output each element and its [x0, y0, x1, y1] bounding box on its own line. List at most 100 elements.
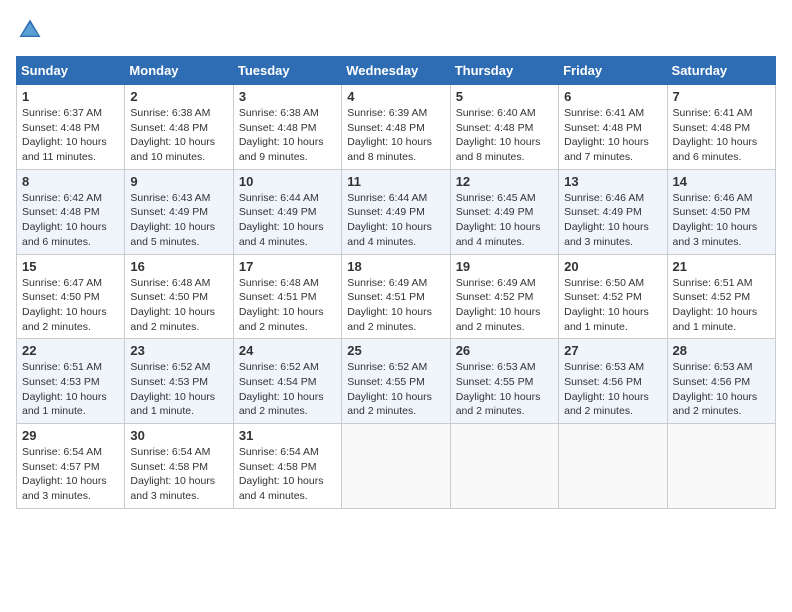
- day-number: 9: [130, 174, 227, 189]
- calendar-cell: 13 Sunrise: 6:46 AMSunset: 4:49 PMDaylig…: [559, 169, 667, 254]
- calendar-cell: 1 Sunrise: 6:37 AMSunset: 4:48 PMDayligh…: [17, 85, 125, 170]
- day-number: 31: [239, 428, 336, 443]
- calendar-cell: 8 Sunrise: 6:42 AMSunset: 4:48 PMDayligh…: [17, 169, 125, 254]
- page-header: [16, 16, 776, 44]
- day-number: 24: [239, 343, 336, 358]
- day-info: Sunrise: 6:51 AMSunset: 4:52 PMDaylight:…: [673, 276, 770, 335]
- day-info: Sunrise: 6:37 AMSunset: 4:48 PMDaylight:…: [22, 106, 119, 165]
- day-info: Sunrise: 6:54 AMSunset: 4:58 PMDaylight:…: [239, 445, 336, 504]
- day-info: Sunrise: 6:49 AMSunset: 4:52 PMDaylight:…: [456, 276, 553, 335]
- logo: [16, 16, 48, 44]
- calendar-cell: 23 Sunrise: 6:52 AMSunset: 4:53 PMDaylig…: [125, 339, 233, 424]
- day-info: Sunrise: 6:44 AMSunset: 4:49 PMDaylight:…: [239, 191, 336, 250]
- day-info: Sunrise: 6:40 AMSunset: 4:48 PMDaylight:…: [456, 106, 553, 165]
- day-number: 16: [130, 259, 227, 274]
- week-row-5: 29 Sunrise: 6:54 AMSunset: 4:57 PMDaylig…: [17, 424, 776, 509]
- day-number: 20: [564, 259, 661, 274]
- calendar-cell: 10 Sunrise: 6:44 AMSunset: 4:49 PMDaylig…: [233, 169, 341, 254]
- day-info: Sunrise: 6:54 AMSunset: 4:57 PMDaylight:…: [22, 445, 119, 504]
- calendar-cell: 14 Sunrise: 6:46 AMSunset: 4:50 PMDaylig…: [667, 169, 775, 254]
- weekday-header-sunday: Sunday: [17, 57, 125, 85]
- week-row-2: 8 Sunrise: 6:42 AMSunset: 4:48 PMDayligh…: [17, 169, 776, 254]
- day-number: 12: [456, 174, 553, 189]
- day-info: Sunrise: 6:47 AMSunset: 4:50 PMDaylight:…: [22, 276, 119, 335]
- calendar-cell: 4 Sunrise: 6:39 AMSunset: 4:48 PMDayligh…: [342, 85, 450, 170]
- calendar-table: SundayMondayTuesdayWednesdayThursdayFrid…: [16, 56, 776, 509]
- weekday-header-tuesday: Tuesday: [233, 57, 341, 85]
- day-number: 22: [22, 343, 119, 358]
- weekday-header-saturday: Saturday: [667, 57, 775, 85]
- day-number: 15: [22, 259, 119, 274]
- calendar-cell: 27 Sunrise: 6:53 AMSunset: 4:56 PMDaylig…: [559, 339, 667, 424]
- calendar-cell: 28 Sunrise: 6:53 AMSunset: 4:56 PMDaylig…: [667, 339, 775, 424]
- day-info: Sunrise: 6:41 AMSunset: 4:48 PMDaylight:…: [564, 106, 661, 165]
- calendar-cell: [450, 424, 558, 509]
- calendar-cell: 29 Sunrise: 6:54 AMSunset: 4:57 PMDaylig…: [17, 424, 125, 509]
- day-number: 2: [130, 89, 227, 104]
- calendar-cell: 9 Sunrise: 6:43 AMSunset: 4:49 PMDayligh…: [125, 169, 233, 254]
- day-info: Sunrise: 6:44 AMSunset: 4:49 PMDaylight:…: [347, 191, 444, 250]
- week-row-3: 15 Sunrise: 6:47 AMSunset: 4:50 PMDaylig…: [17, 254, 776, 339]
- day-info: Sunrise: 6:43 AMSunset: 4:49 PMDaylight:…: [130, 191, 227, 250]
- weekday-header-row: SundayMondayTuesdayWednesdayThursdayFrid…: [17, 57, 776, 85]
- day-info: Sunrise: 6:46 AMSunset: 4:50 PMDaylight:…: [673, 191, 770, 250]
- weekday-header-thursday: Thursday: [450, 57, 558, 85]
- day-info: Sunrise: 6:48 AMSunset: 4:51 PMDaylight:…: [239, 276, 336, 335]
- calendar-cell: 20 Sunrise: 6:50 AMSunset: 4:52 PMDaylig…: [559, 254, 667, 339]
- day-info: Sunrise: 6:41 AMSunset: 4:48 PMDaylight:…: [673, 106, 770, 165]
- calendar-cell: 19 Sunrise: 6:49 AMSunset: 4:52 PMDaylig…: [450, 254, 558, 339]
- calendar-cell: 2 Sunrise: 6:38 AMSunset: 4:48 PMDayligh…: [125, 85, 233, 170]
- calendar-cell: [667, 424, 775, 509]
- calendar-cell: 6 Sunrise: 6:41 AMSunset: 4:48 PMDayligh…: [559, 85, 667, 170]
- week-row-1: 1 Sunrise: 6:37 AMSunset: 4:48 PMDayligh…: [17, 85, 776, 170]
- day-info: Sunrise: 6:53 AMSunset: 4:55 PMDaylight:…: [456, 360, 553, 419]
- day-number: 25: [347, 343, 444, 358]
- calendar-cell: 17 Sunrise: 6:48 AMSunset: 4:51 PMDaylig…: [233, 254, 341, 339]
- day-number: 30: [130, 428, 227, 443]
- day-number: 10: [239, 174, 336, 189]
- day-number: 26: [456, 343, 553, 358]
- day-info: Sunrise: 6:45 AMSunset: 4:49 PMDaylight:…: [456, 191, 553, 250]
- week-row-4: 22 Sunrise: 6:51 AMSunset: 4:53 PMDaylig…: [17, 339, 776, 424]
- day-number: 11: [347, 174, 444, 189]
- calendar-cell: 26 Sunrise: 6:53 AMSunset: 4:55 PMDaylig…: [450, 339, 558, 424]
- day-number: 4: [347, 89, 444, 104]
- day-info: Sunrise: 6:39 AMSunset: 4:48 PMDaylight:…: [347, 106, 444, 165]
- day-number: 27: [564, 343, 661, 358]
- calendar-cell: 22 Sunrise: 6:51 AMSunset: 4:53 PMDaylig…: [17, 339, 125, 424]
- calendar-cell: 11 Sunrise: 6:44 AMSunset: 4:49 PMDaylig…: [342, 169, 450, 254]
- day-number: 1: [22, 89, 119, 104]
- logo-icon: [16, 16, 44, 44]
- calendar-cell: 30 Sunrise: 6:54 AMSunset: 4:58 PMDaylig…: [125, 424, 233, 509]
- weekday-header-wednesday: Wednesday: [342, 57, 450, 85]
- calendar-cell: 5 Sunrise: 6:40 AMSunset: 4:48 PMDayligh…: [450, 85, 558, 170]
- calendar-cell: [559, 424, 667, 509]
- calendar-cell: [342, 424, 450, 509]
- day-info: Sunrise: 6:51 AMSunset: 4:53 PMDaylight:…: [22, 360, 119, 419]
- day-number: 21: [673, 259, 770, 274]
- calendar-cell: 7 Sunrise: 6:41 AMSunset: 4:48 PMDayligh…: [667, 85, 775, 170]
- calendar-cell: 31 Sunrise: 6:54 AMSunset: 4:58 PMDaylig…: [233, 424, 341, 509]
- day-info: Sunrise: 6:50 AMSunset: 4:52 PMDaylight:…: [564, 276, 661, 335]
- calendar-cell: 15 Sunrise: 6:47 AMSunset: 4:50 PMDaylig…: [17, 254, 125, 339]
- day-number: 5: [456, 89, 553, 104]
- day-info: Sunrise: 6:53 AMSunset: 4:56 PMDaylight:…: [564, 360, 661, 419]
- day-info: Sunrise: 6:49 AMSunset: 4:51 PMDaylight:…: [347, 276, 444, 335]
- calendar-cell: 16 Sunrise: 6:48 AMSunset: 4:50 PMDaylig…: [125, 254, 233, 339]
- day-info: Sunrise: 6:52 AMSunset: 4:53 PMDaylight:…: [130, 360, 227, 419]
- day-number: 3: [239, 89, 336, 104]
- day-info: Sunrise: 6:52 AMSunset: 4:54 PMDaylight:…: [239, 360, 336, 419]
- weekday-header-monday: Monday: [125, 57, 233, 85]
- day-number: 28: [673, 343, 770, 358]
- day-number: 18: [347, 259, 444, 274]
- day-info: Sunrise: 6:46 AMSunset: 4:49 PMDaylight:…: [564, 191, 661, 250]
- day-number: 17: [239, 259, 336, 274]
- calendar-cell: 3 Sunrise: 6:38 AMSunset: 4:48 PMDayligh…: [233, 85, 341, 170]
- day-number: 19: [456, 259, 553, 274]
- day-info: Sunrise: 6:53 AMSunset: 4:56 PMDaylight:…: [673, 360, 770, 419]
- calendar-cell: 25 Sunrise: 6:52 AMSunset: 4:55 PMDaylig…: [342, 339, 450, 424]
- day-number: 23: [130, 343, 227, 358]
- day-info: Sunrise: 6:52 AMSunset: 4:55 PMDaylight:…: [347, 360, 444, 419]
- day-info: Sunrise: 6:42 AMSunset: 4:48 PMDaylight:…: [22, 191, 119, 250]
- day-info: Sunrise: 6:38 AMSunset: 4:48 PMDaylight:…: [239, 106, 336, 165]
